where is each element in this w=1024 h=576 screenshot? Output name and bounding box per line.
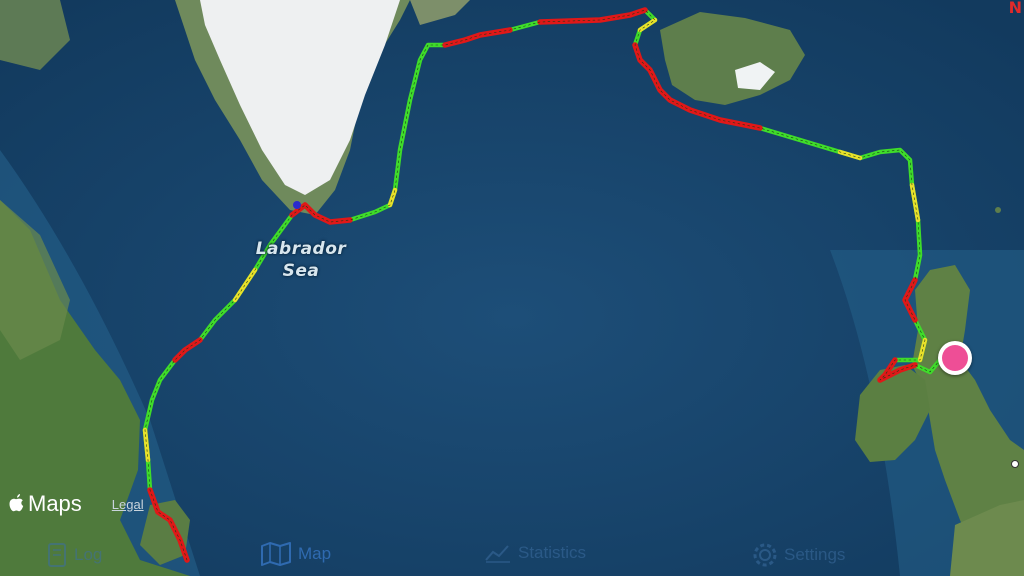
tab-statistics-label: Statistics <box>518 543 587 562</box>
maps-attribution: Maps Legal <box>8 493 144 515</box>
location-pin-fill <box>942 345 968 371</box>
compass-indicator[interactable]: N <box>1009 0 1022 16</box>
waypoint-marker <box>293 201 301 209</box>
current-location-marker[interactable] <box>938 341 972 375</box>
gear-icon <box>753 543 777 567</box>
labrador-sea-label: Labrador Sea <box>255 239 347 281</box>
tab-settings-label: Settings <box>784 545 846 564</box>
tab-bar: Log Map Statistics Settings <box>0 536 1024 576</box>
tab-log-label: Log <box>74 545 103 564</box>
faroe-islands <box>995 207 1001 213</box>
secondary-location-dot <box>1011 460 1019 468</box>
tab-log[interactable]: Log <box>46 542 102 568</box>
chart-icon <box>485 545 510 563</box>
map-view[interactable]: Labrador Sea N Maps Legal Log Map Statis… <box>0 0 1024 576</box>
tab-statistics[interactable]: Statistics <box>484 542 586 564</box>
legal-link[interactable]: Legal <box>112 497 144 512</box>
logbook-icon <box>48 543 66 567</box>
apple-icon <box>9 494 24 512</box>
satellite-map[interactable] <box>0 0 1024 576</box>
tab-settings[interactable]: Settings <box>752 542 845 568</box>
maps-brand-text: Maps <box>28 491 82 516</box>
map-icon <box>261 542 291 566</box>
tab-map[interactable]: Map <box>260 542 331 566</box>
tab-map-label: Map <box>298 544 332 563</box>
